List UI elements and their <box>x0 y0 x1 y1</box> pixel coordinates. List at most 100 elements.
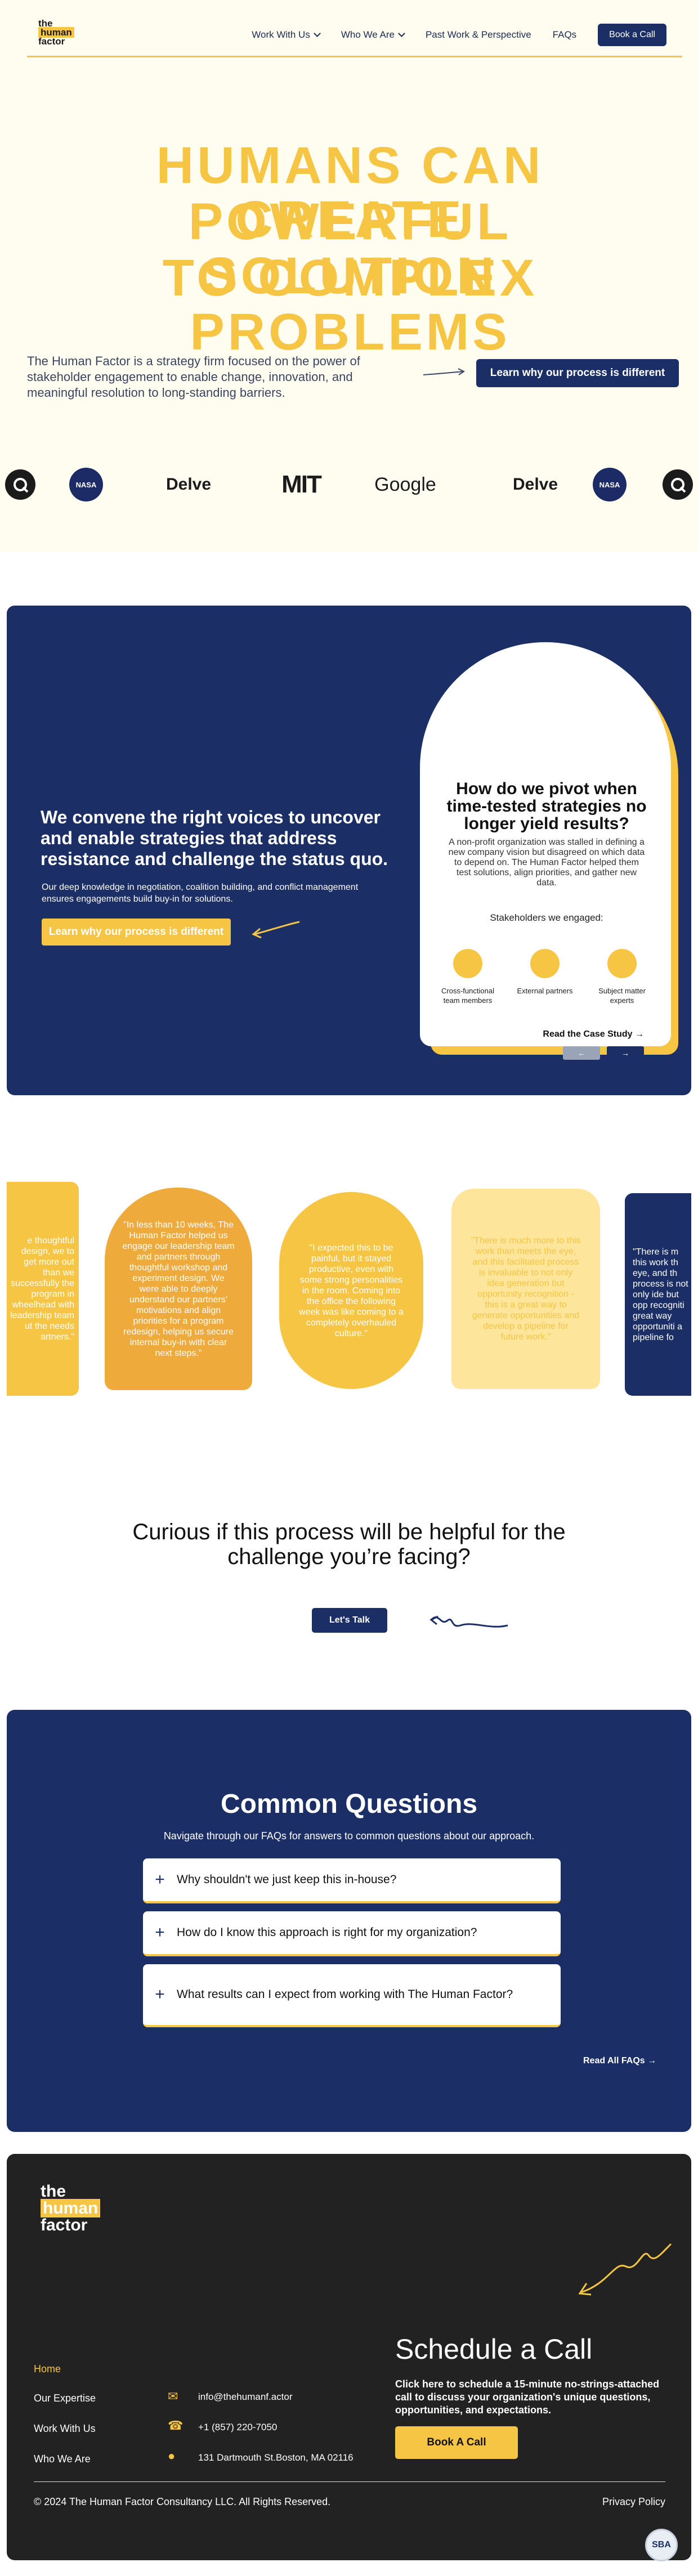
nav-label: FAQs <box>552 29 577 40</box>
squiggle-arrow-icon <box>578 2243 672 2296</box>
carousel-next-button[interactable]: → <box>607 1046 644 1060</box>
logo-line-2: human <box>41 2199 101 2217</box>
convene-heading: We convene the right voices to uncover a… <box>41 807 388 869</box>
testimonial-text: "I expected this to be painful, but it s… <box>299 1243 404 1338</box>
footer-nav-work-with-us[interactable]: Work With Us <box>34 2423 96 2435</box>
phone-icon: ☎ <box>168 2418 184 2432</box>
testimonial-text: "There is much more to this work than me… <box>471 1236 581 1342</box>
case-study-body: A non-profit organization was stalled in… <box>448 837 645 888</box>
delve-text: Delve <box>165 475 212 494</box>
footer-email[interactable]: info@thehumanf.actor <box>198 2391 293 2403</box>
nav-who-we-are[interactable]: Who We Are <box>341 29 405 41</box>
nav-past-work[interactable]: Past Work & Perspective <box>426 29 531 41</box>
carousel-prev-button[interactable]: ← <box>563 1046 600 1060</box>
stakeholder-item: Subject matter experts <box>588 949 656 1005</box>
privacy-policy-link[interactable]: Privacy Policy <box>598 2496 665 2508</box>
mit-text: MIT <box>281 471 322 498</box>
faq-item[interactable]: + How do I know this approach is right fo… <box>143 1911 561 1956</box>
plus-icon: + <box>155 1985 165 2004</box>
hero-description: The Human Factor is a strategy firm focu… <box>27 354 360 400</box>
client-logos: NASA Delve MIT Google Delve NASA <box>0 465 698 504</box>
nasa-text: NASA <box>593 468 627 501</box>
stakeholder-label: Subject matter experts <box>598 987 646 1005</box>
nasa-text: NASA <box>69 468 103 501</box>
schedule-heading: Schedule a Call <box>395 2333 593 2365</box>
delve-logo: Delve <box>152 465 225 504</box>
convene-section: We convene the right voices to uncover a… <box>7 606 691 1095</box>
case-study-card: How do we pivot when time-tested strateg… <box>420 642 671 1060</box>
nav-work-with-us[interactable]: Work With Us <box>252 29 321 41</box>
book-call-button[interactable]: Book A Call <box>395 2426 518 2459</box>
stakeholder-item: Cross-functional team members <box>434 949 502 1005</box>
testimonial-text: "In less than 10 weeks, The Human Factor… <box>122 1220 235 1358</box>
delve-logo: Delve <box>499 465 572 504</box>
google-text: Google <box>374 473 436 495</box>
nasa-logo: NASA <box>591 465 628 504</box>
testimonial-text: "There is m this work th eye, and th pro… <box>633 1247 688 1342</box>
sba-badge[interactable]: SBA <box>645 2529 678 2561</box>
curious-heading: Curious if this process will be helpful … <box>132 1520 566 1569</box>
faq-heading: Common Questions <box>220 1789 478 1819</box>
read-all-label: Read All FAQs <box>583 2056 645 2066</box>
learn-process-button[interactable]: Learn why our process is different <box>42 919 231 946</box>
testimonial-card: "I expected this to be painful, but it s… <box>279 1192 423 1389</box>
lets-talk-button[interactable]: Let's Talk <box>312 1608 387 1633</box>
nav-faqs[interactable]: FAQs <box>553 29 577 41</box>
site-footer: the human factor Home Our Expertise Work… <box>7 2154 691 2560</box>
footer-address: 131 Dartmouth St.Boston, MA 02116 <box>198 2452 354 2463</box>
learn-process-button[interactable]: Learn why our process is different <box>476 359 679 387</box>
faq-question: What results can I expect from working w… <box>177 1988 513 2001</box>
delve-text: Delve <box>512 475 558 494</box>
nasa-logo: NASA <box>68 465 105 504</box>
logo-line-3: factor <box>38 36 65 47</box>
google-logo: Google <box>372 465 439 504</box>
chevron-down-icon <box>313 30 321 37</box>
read-all-faqs-link[interactable]: Read All FAQs → <box>583 2056 656 2066</box>
convene-body: Our deep knowledge in negotiation, coali… <box>42 882 359 904</box>
footer-nav-home[interactable]: Home <box>34 2363 61 2375</box>
mit-logo: MIT <box>276 465 326 504</box>
stakeholder-dot-icon <box>530 949 560 978</box>
read-case-study-link[interactable]: Read the Case Study → <box>531 1029 644 1040</box>
stakeholders-heading: Stakeholders we engaged: <box>490 912 603 923</box>
nav-label: Work With Us <box>252 29 310 40</box>
testimonial-card: e thoughtful design, we to get more out … <box>7 1182 79 1396</box>
copyright-text: © 2024 The Human Factor Consultancy LLC.… <box>34 2496 331 2507</box>
book-call-button[interactable]: Book a Call <box>598 24 666 46</box>
arrow-right-icon: → <box>647 2056 657 2066</box>
logo-line-1: the <box>41 2182 66 2201</box>
logo-line-3: factor <box>41 2216 88 2234</box>
plus-icon: + <box>155 1870 165 1889</box>
squiggle-arrow-icon <box>429 1615 508 1628</box>
main-nav: Work With Us Who We Are Past Work & Pers… <box>252 24 666 46</box>
faq-subheading: Navigate through our FAQs for answers to… <box>163 1830 535 1842</box>
faq-item[interactable]: + What results can I expect from working … <box>143 1964 561 2027</box>
email-icon: ✉ <box>168 2389 178 2403</box>
footer-nav-expertise[interactable]: Our Expertise <box>34 2393 96 2404</box>
arrow-left-icon <box>252 921 300 939</box>
faq-section: Common Questions Navigate through our FA… <box>7 1710 691 2132</box>
chevron-down-icon <box>398 30 405 37</box>
case-study-heading: How do we pivot when time-tested strateg… <box>446 779 647 833</box>
location-pin-icon: ● <box>168 2449 176 2463</box>
schedule-body[interactable]: Click here to schedule a 15-minute no-st… <box>395 2378 665 2417</box>
stakeholder-label: External partners <box>517 987 573 995</box>
footer-divider <box>34 2481 665 2482</box>
site-logo[interactable]: the human factor <box>38 19 74 46</box>
footer-logo[interactable]: the human factor <box>41 2182 101 2234</box>
faq-question: Why shouldn't we just keep this in-house… <box>177 1873 397 1886</box>
footer-phone[interactable]: +1 (857) 220-7050 <box>198 2422 277 2433</box>
arrow-right-icon <box>423 368 465 375</box>
partner-logo-circle <box>662 465 693 504</box>
stakeholder-label: Cross-functional team members <box>441 987 494 1005</box>
partner-logo-circle <box>5 465 36 504</box>
faq-item[interactable]: + Why shouldn't we just keep this in-hous… <box>143 1858 561 1903</box>
stakeholder-item: External partners <box>511 949 579 996</box>
footer-nav-who-we-are[interactable]: Who We Are <box>34 2453 91 2465</box>
testimonial-card: "There is much more to this work than me… <box>451 1189 600 1389</box>
testimonial-text: e thoughtful design, we to get more out … <box>10 1236 74 1342</box>
site-header: the human factor Work With Us Who We Are… <box>27 11 682 57</box>
hero-heading-line-3: TO COMPLEX PROBLEMS <box>162 249 538 361</box>
stakeholder-dot-icon <box>607 949 637 978</box>
stakeholder-dot-icon <box>453 949 482 978</box>
